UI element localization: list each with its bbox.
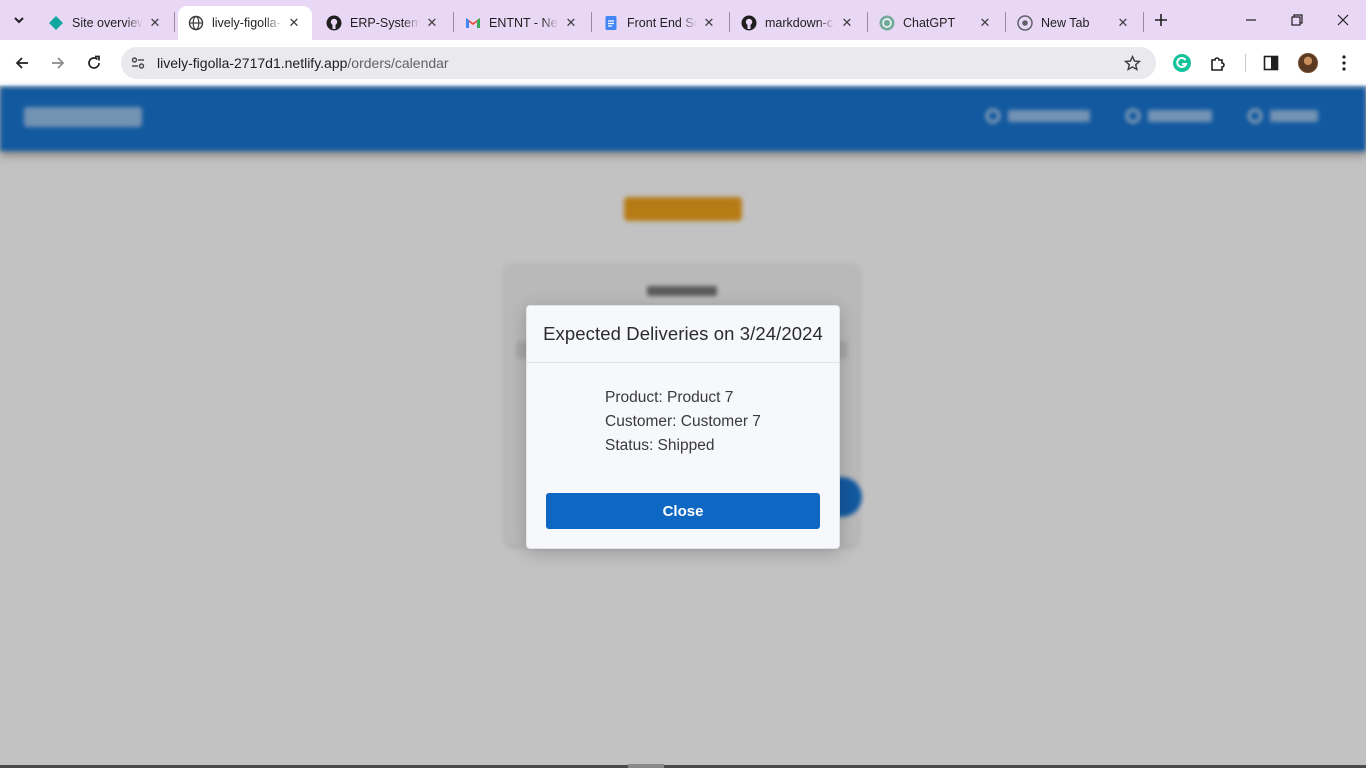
reload-button[interactable] <box>80 49 108 77</box>
minimize-icon <box>1246 19 1256 21</box>
plus-icon <box>1155 14 1167 26</box>
tab-divider <box>729 12 730 32</box>
new-tab-button[interactable] <box>1150 9 1172 31</box>
bookmark-star-icon[interactable] <box>1122 53 1142 73</box>
docs-icon <box>603 15 619 31</box>
github-icon <box>326 15 342 31</box>
profile-avatar[interactable] <box>1298 53 1318 73</box>
minimize-button[interactable] <box>1228 0 1274 40</box>
tab-site-overview[interactable]: Site overview ✕ <box>38 6 173 40</box>
tab-divider <box>867 12 868 32</box>
back-button[interactable] <box>8 49 36 77</box>
close-button[interactable]: Close <box>546 493 820 529</box>
netlify-icon <box>48 15 64 31</box>
tab-divider <box>1005 12 1006 32</box>
browser-toolbar: lively-figolla-2717d1.netlify.app/orders… <box>0 40 1366 86</box>
toolbar-divider <box>1245 54 1246 72</box>
modal-title: Expected Deliveries on 3/24/2024 <box>543 323 823 344</box>
close-icon[interactable]: ✕ <box>977 15 993 31</box>
delivery-customer: Customer: Customer 7 <box>605 413 761 430</box>
close-icon[interactable]: ✕ <box>563 15 579 31</box>
tab-erp-system[interactable]: ERP-System/ ✕ <box>316 6 450 40</box>
github-icon <box>741 15 757 31</box>
reload-icon <box>88 55 100 69</box>
tab-entnt-gmail[interactable]: ENTNT - Ne ✕ <box>455 6 589 40</box>
globe-icon <box>188 15 204 31</box>
tab-title: Site overview <box>72 16 143 30</box>
forward-button[interactable] <box>44 49 72 77</box>
url-text: lively-figolla-2717d1.netlify.app/orders… <box>157 55 449 71</box>
tab-title: Front End Sc <box>627 16 697 30</box>
tab-strip: Site overview ✕ lively-figolla- ✕ ERP-Sy… <box>0 0 1366 40</box>
scroll-indicator <box>628 764 664 768</box>
tab-title: markdown-c <box>765 16 834 30</box>
tab-title: ENTNT - Ne <box>489 16 558 30</box>
side-panel-icon[interactable] <box>1259 51 1283 75</box>
delivery-product: Product: Product 7 <box>605 389 734 406</box>
tab-title: New Tab <box>1041 16 1090 30</box>
modal-header: Expected Deliveries on 3/24/2024 <box>527 306 839 363</box>
chevron-down-icon <box>14 17 24 24</box>
close-icon[interactable]: ✕ <box>286 15 302 31</box>
url-path: /orders/calendar <box>347 55 449 71</box>
tab-search-button[interactable] <box>6 8 32 32</box>
delivery-status: Status: Shipped <box>605 437 715 454</box>
chatgpt-icon <box>879 15 895 31</box>
tab-divider <box>1143 12 1144 32</box>
window-close-button[interactable] <box>1320 0 1366 40</box>
more-menu-icon[interactable] <box>1332 51 1356 75</box>
tab-chatgpt[interactable]: ChatGPT ✕ <box>869 6 1003 40</box>
close-icon <box>1337 14 1349 26</box>
address-bar[interactable]: lively-figolla-2717d1.netlify.app/orders… <box>121 47 1156 79</box>
tab-title: ChatGPT <box>903 16 956 30</box>
tab-title: ERP-System/ <box>350 16 420 30</box>
close-icon[interactable]: ✕ <box>1115 15 1131 31</box>
close-icon[interactable]: ✕ <box>147 15 163 31</box>
restore-button[interactable] <box>1274 0 1320 40</box>
tab-divider <box>174 12 175 32</box>
tab-new-tab[interactable]: New Tab ✕ <box>1007 6 1141 40</box>
tab-divider <box>591 12 592 32</box>
close-icon[interactable]: ✕ <box>701 15 717 31</box>
arrow-left-icon <box>15 57 28 69</box>
gmail-icon <box>465 15 481 31</box>
arrow-right-icon <box>52 57 65 69</box>
chrome-icon <box>1017 15 1033 31</box>
close-icon[interactable]: ✕ <box>839 15 855 31</box>
tab-markdown[interactable]: markdown-c ✕ <box>731 6 865 40</box>
site-info-icon[interactable] <box>126 51 150 75</box>
extensions-puzzle-icon[interactable] <box>1206 51 1230 75</box>
tab-lively-figolla[interactable]: lively-figolla- ✕ <box>178 6 312 40</box>
delivery-details: Product: Product 7 Customer: Customer 7 … <box>605 386 761 458</box>
tab-front-end-doc[interactable]: Front End Sc ✕ <box>593 6 727 40</box>
close-icon[interactable]: ✕ <box>424 15 440 31</box>
restore-icon <box>1291 14 1303 26</box>
grammarly-extension-icon[interactable] <box>1170 51 1194 75</box>
url-host: lively-figolla-2717d1.netlify.app <box>157 55 348 71</box>
deliveries-modal: Expected Deliveries on 3/24/2024 Product… <box>526 305 840 549</box>
tab-divider <box>453 12 454 32</box>
tab-title: lively-figolla- <box>212 16 281 30</box>
